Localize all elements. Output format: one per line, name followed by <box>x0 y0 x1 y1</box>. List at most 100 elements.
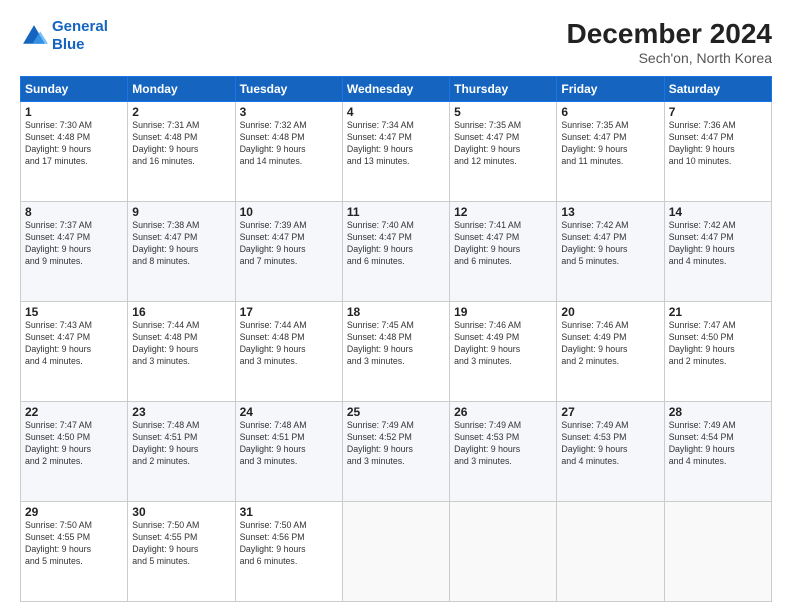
day-number: 31 <box>240 505 338 519</box>
page: General Blue December 2024 Sech'on, Nort… <box>0 0 792 612</box>
col-tuesday: Tuesday <box>235 77 342 102</box>
logo-icon <box>20 22 48 50</box>
table-row <box>664 502 771 602</box>
day-number: 6 <box>561 105 659 119</box>
day-info: Sunrise: 7:49 AMSunset: 4:53 PMDaylight:… <box>454 420 552 468</box>
table-row: 19Sunrise: 7:46 AMSunset: 4:49 PMDayligh… <box>450 302 557 402</box>
table-row: 8Sunrise: 7:37 AMSunset: 4:47 PMDaylight… <box>21 202 128 302</box>
table-row: 9Sunrise: 7:38 AMSunset: 4:47 PMDaylight… <box>128 202 235 302</box>
table-row: 23Sunrise: 7:48 AMSunset: 4:51 PMDayligh… <box>128 402 235 502</box>
table-row: 14Sunrise: 7:42 AMSunset: 4:47 PMDayligh… <box>664 202 771 302</box>
table-row <box>557 502 664 602</box>
day-info: Sunrise: 7:48 AMSunset: 4:51 PMDaylight:… <box>240 420 338 468</box>
day-info: Sunrise: 7:40 AMSunset: 4:47 PMDaylight:… <box>347 220 445 268</box>
table-row: 10Sunrise: 7:39 AMSunset: 4:47 PMDayligh… <box>235 202 342 302</box>
day-info: Sunrise: 7:50 AMSunset: 4:56 PMDaylight:… <box>240 520 338 568</box>
day-info: Sunrise: 7:46 AMSunset: 4:49 PMDaylight:… <box>454 320 552 368</box>
day-number: 11 <box>347 205 445 219</box>
day-info: Sunrise: 7:41 AMSunset: 4:47 PMDaylight:… <box>454 220 552 268</box>
day-number: 27 <box>561 405 659 419</box>
table-row: 31Sunrise: 7:50 AMSunset: 4:56 PMDayligh… <box>235 502 342 602</box>
day-number: 9 <box>132 205 230 219</box>
table-row: 7Sunrise: 7:36 AMSunset: 4:47 PMDaylight… <box>664 102 771 202</box>
day-info: Sunrise: 7:46 AMSunset: 4:49 PMDaylight:… <box>561 320 659 368</box>
day-number: 14 <box>669 205 767 219</box>
day-number: 20 <box>561 305 659 319</box>
day-info: Sunrise: 7:42 AMSunset: 4:47 PMDaylight:… <box>561 220 659 268</box>
day-info: Sunrise: 7:34 AMSunset: 4:47 PMDaylight:… <box>347 120 445 168</box>
table-row: 13Sunrise: 7:42 AMSunset: 4:47 PMDayligh… <box>557 202 664 302</box>
table-row: 30Sunrise: 7:50 AMSunset: 4:55 PMDayligh… <box>128 502 235 602</box>
day-number: 10 <box>240 205 338 219</box>
day-number: 12 <box>454 205 552 219</box>
logo-text: General Blue <box>52 18 108 54</box>
col-friday: Friday <box>557 77 664 102</box>
calendar-week-row: 15Sunrise: 7:43 AMSunset: 4:47 PMDayligh… <box>21 302 772 402</box>
table-row: 21Sunrise: 7:47 AMSunset: 4:50 PMDayligh… <box>664 302 771 402</box>
table-row <box>450 502 557 602</box>
day-number: 8 <box>25 205 123 219</box>
col-sunday: Sunday <box>21 77 128 102</box>
day-number: 16 <box>132 305 230 319</box>
calendar-header-row: Sunday Monday Tuesday Wednesday Thursday… <box>21 77 772 102</box>
day-info: Sunrise: 7:36 AMSunset: 4:47 PMDaylight:… <box>669 120 767 168</box>
day-number: 2 <box>132 105 230 119</box>
col-saturday: Saturday <box>664 77 771 102</box>
main-title: December 2024 <box>567 18 772 50</box>
logo-line1: General <box>52 18 108 35</box>
day-info: Sunrise: 7:49 AMSunset: 4:53 PMDaylight:… <box>561 420 659 468</box>
day-number: 19 <box>454 305 552 319</box>
day-number: 3 <box>240 105 338 119</box>
table-row <box>342 502 449 602</box>
calendar-table: Sunday Monday Tuesday Wednesday Thursday… <box>20 76 772 602</box>
day-info: Sunrise: 7:30 AMSunset: 4:48 PMDaylight:… <box>25 120 123 168</box>
table-row: 26Sunrise: 7:49 AMSunset: 4:53 PMDayligh… <box>450 402 557 502</box>
table-row: 29Sunrise: 7:50 AMSunset: 4:55 PMDayligh… <box>21 502 128 602</box>
day-number: 18 <box>347 305 445 319</box>
day-info: Sunrise: 7:35 AMSunset: 4:47 PMDaylight:… <box>454 120 552 168</box>
table-row: 15Sunrise: 7:43 AMSunset: 4:47 PMDayligh… <box>21 302 128 402</box>
table-row: 11Sunrise: 7:40 AMSunset: 4:47 PMDayligh… <box>342 202 449 302</box>
table-row: 2Sunrise: 7:31 AMSunset: 4:48 PMDaylight… <box>128 102 235 202</box>
table-row: 22Sunrise: 7:47 AMSunset: 4:50 PMDayligh… <box>21 402 128 502</box>
day-info: Sunrise: 7:31 AMSunset: 4:48 PMDaylight:… <box>132 120 230 168</box>
table-row: 17Sunrise: 7:44 AMSunset: 4:48 PMDayligh… <box>235 302 342 402</box>
day-number: 22 <box>25 405 123 419</box>
day-number: 7 <box>669 105 767 119</box>
day-number: 26 <box>454 405 552 419</box>
col-monday: Monday <box>128 77 235 102</box>
table-row: 18Sunrise: 7:45 AMSunset: 4:48 PMDayligh… <box>342 302 449 402</box>
day-number: 25 <box>347 405 445 419</box>
day-info: Sunrise: 7:44 AMSunset: 4:48 PMDaylight:… <box>240 320 338 368</box>
header: General Blue December 2024 Sech'on, Nort… <box>20 18 772 66</box>
day-number: 17 <box>240 305 338 319</box>
day-info: Sunrise: 7:32 AMSunset: 4:48 PMDaylight:… <box>240 120 338 168</box>
day-info: Sunrise: 7:50 AMSunset: 4:55 PMDaylight:… <box>25 520 123 568</box>
day-number: 29 <box>25 505 123 519</box>
day-info: Sunrise: 7:35 AMSunset: 4:47 PMDaylight:… <box>561 120 659 168</box>
day-number: 30 <box>132 505 230 519</box>
day-info: Sunrise: 7:49 AMSunset: 4:54 PMDaylight:… <box>669 420 767 468</box>
day-number: 28 <box>669 405 767 419</box>
day-info: Sunrise: 7:47 AMSunset: 4:50 PMDaylight:… <box>669 320 767 368</box>
day-info: Sunrise: 7:48 AMSunset: 4:51 PMDaylight:… <box>132 420 230 468</box>
day-info: Sunrise: 7:37 AMSunset: 4:47 PMDaylight:… <box>25 220 123 268</box>
day-info: Sunrise: 7:49 AMSunset: 4:52 PMDaylight:… <box>347 420 445 468</box>
table-row: 4Sunrise: 7:34 AMSunset: 4:47 PMDaylight… <box>342 102 449 202</box>
table-row: 24Sunrise: 7:48 AMSunset: 4:51 PMDayligh… <box>235 402 342 502</box>
day-info: Sunrise: 7:50 AMSunset: 4:55 PMDaylight:… <box>132 520 230 568</box>
day-number: 21 <box>669 305 767 319</box>
calendar-week-row: 22Sunrise: 7:47 AMSunset: 4:50 PMDayligh… <box>21 402 772 502</box>
title-block: December 2024 Sech'on, North Korea <box>567 18 772 66</box>
day-number: 13 <box>561 205 659 219</box>
calendar-week-row: 29Sunrise: 7:50 AMSunset: 4:55 PMDayligh… <box>21 502 772 602</box>
col-thursday: Thursday <box>450 77 557 102</box>
day-info: Sunrise: 7:43 AMSunset: 4:47 PMDaylight:… <box>25 320 123 368</box>
day-number: 15 <box>25 305 123 319</box>
table-row: 25Sunrise: 7:49 AMSunset: 4:52 PMDayligh… <box>342 402 449 502</box>
day-number: 4 <box>347 105 445 119</box>
table-row: 28Sunrise: 7:49 AMSunset: 4:54 PMDayligh… <box>664 402 771 502</box>
table-row: 6Sunrise: 7:35 AMSunset: 4:47 PMDaylight… <box>557 102 664 202</box>
table-row: 12Sunrise: 7:41 AMSunset: 4:47 PMDayligh… <box>450 202 557 302</box>
day-info: Sunrise: 7:45 AMSunset: 4:48 PMDaylight:… <box>347 320 445 368</box>
